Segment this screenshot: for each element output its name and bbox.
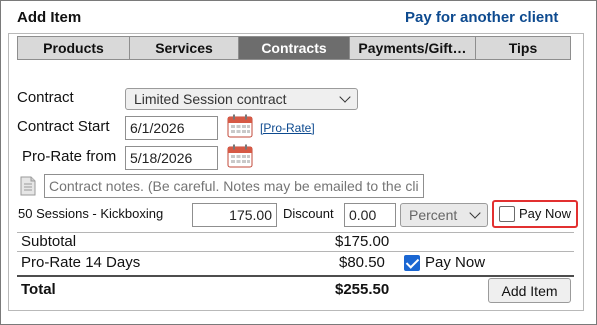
pro-rate-pay-now-label[interactable]: Pay Now [425,254,485,271]
calendar-icon[interactable] [227,114,253,138]
pro-rate-days-label: Pro-Rate 14 Days [21,254,141,271]
pro-rate-link[interactable]: [Pro-Rate] [260,121,315,135]
page-title: Add Item [17,9,82,26]
contract-start-input[interactable]: 6/1/2026 [125,116,218,140]
tab-tips[interactable]: Tips [475,36,571,60]
pro-rate-from-input[interactable]: 5/18/2026 [125,146,218,170]
pay-now-label[interactable]: Pay Now [519,206,571,221]
pay-now-checkbox[interactable] [499,206,515,222]
tab-contracts[interactable]: Contracts [238,36,350,60]
tab-products[interactable]: Products [17,36,130,60]
total-label: Total [21,281,56,298]
contract-label: Contract [17,89,74,106]
divider [17,251,574,252]
chevron-down-icon [339,91,351,103]
contract-start-label: Contract Start [17,118,110,135]
contract-select[interactable]: Limited Session contract [125,88,358,110]
total-divider [17,275,574,277]
pay-for-another-client-link[interactable]: Pay for another client [405,9,558,26]
total-value: $255.50 [335,281,390,298]
pro-rate-amount: $80.50 [339,254,385,271]
item-type-tabs: Products Services Contracts Payments/Gif… [17,36,574,60]
item-price-input[interactable]: 175.00 [192,203,277,227]
discount-input[interactable]: 0.00 [344,203,396,227]
note-icon [20,176,36,196]
pro-rate-pay-now-checkbox[interactable] [404,255,420,271]
discount-type-select[interactable]: Percent [400,203,488,227]
calendar-icon[interactable] [227,144,253,168]
subtotal-value: $175.00 [335,233,390,250]
chevron-down-icon [469,207,481,219]
discount-label: Discount [283,206,334,221]
divider [17,232,574,233]
subtotal-label: Subtotal [21,233,77,250]
contract-notes-input[interactable] [44,174,424,198]
pro-rate-from-label: Pro-Rate from [22,148,117,165]
discount-type-value: Percent [409,207,458,223]
tab-services[interactable]: Services [129,36,239,60]
tab-payments-gift[interactable]: Payments/Gift… [349,36,476,60]
item-name: 50 Sessions - Kickboxing [18,206,164,221]
contract-select-value: Limited Session contract [134,91,287,107]
add-item-button[interactable]: Add Item [488,278,571,303]
